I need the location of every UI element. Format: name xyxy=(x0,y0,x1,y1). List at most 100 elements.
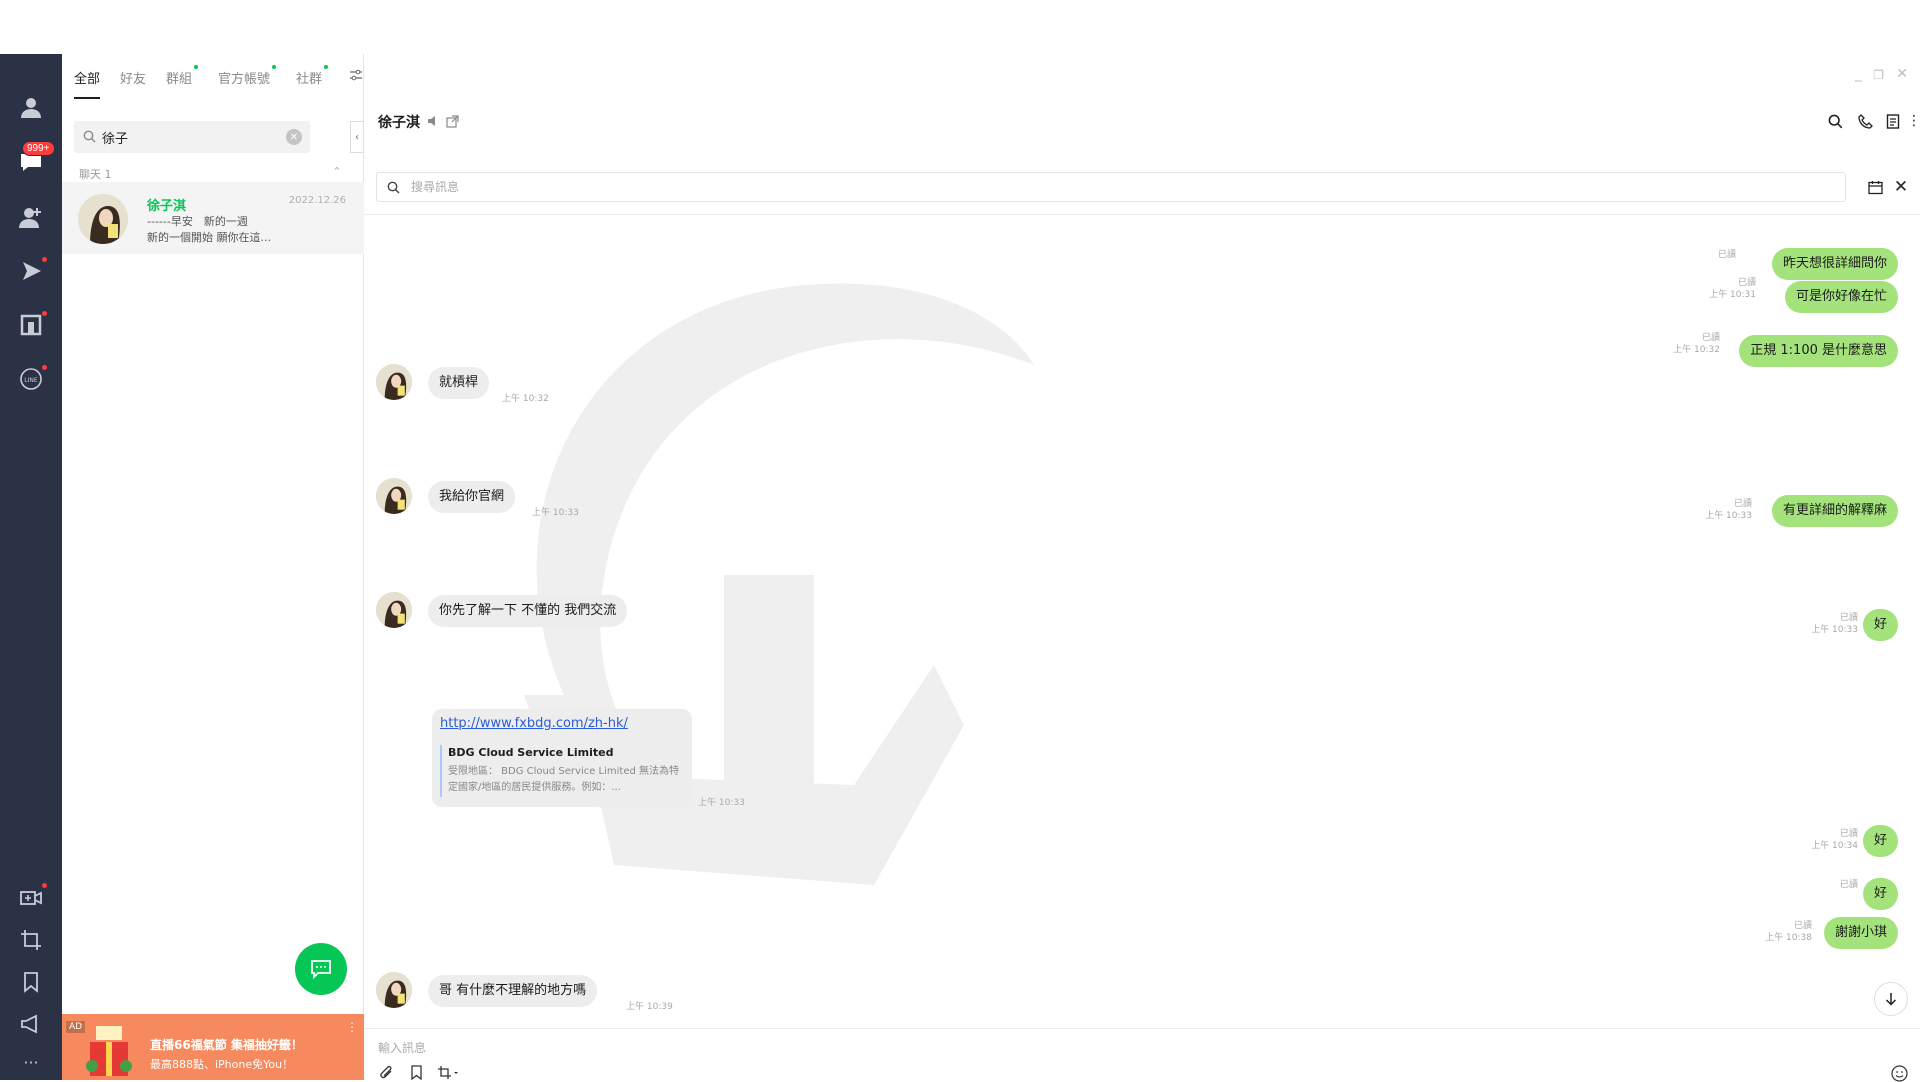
tab-official-accounts[interactable]: 官方帳號 xyxy=(218,65,277,87)
message-bubble-outgoing[interactable]: 可是你好像在忙 xyxy=(1784,281,1898,313)
ad-banner[interactable]: AD 直播66福氣節 集福抽好籤！ 最高888點、iPhone免You！ ⋮ xyxy=(62,1014,364,1080)
message-bubble-incoming[interactable]: 哥 有什麼不理解的地方嗎 xyxy=(428,975,598,1007)
close-search-button[interactable]: ✕ xyxy=(1892,177,1910,197)
message-input[interactable] xyxy=(378,1039,978,1057)
video-plus-icon xyxy=(20,891,42,905)
window-close-button[interactable]: ✕ xyxy=(1896,66,1908,82)
message-search-input[interactable] xyxy=(411,179,811,195)
ad-title: 直播66福氣節 集福抽好籤！ xyxy=(150,1038,303,1052)
arrow-down-icon xyxy=(1885,993,1897,1006)
read-receipt: 已讀 xyxy=(1839,880,1858,890)
message-bubble-incoming[interactable]: 你先了解一下 不懂的 我們交流 xyxy=(428,595,628,627)
chat-search-input[interactable] xyxy=(102,128,282,146)
message-meta: 已讀 上午 10:33 xyxy=(1811,613,1858,635)
message-bubble-outgoing[interactable]: 好 xyxy=(1862,878,1898,910)
date-search-button[interactable] xyxy=(1866,178,1884,196)
video-call-nav-button[interactable] xyxy=(0,878,62,918)
chevron-up-icon: ⌃ xyxy=(332,164,342,178)
message-bubble-incoming[interactable]: 我給你官網 xyxy=(428,481,516,513)
add-friend-nav-button[interactable] xyxy=(0,197,62,237)
sender-avatar[interactable] xyxy=(376,972,412,1008)
chevron-left-icon: ‹ xyxy=(355,131,359,143)
keep-nav-button[interactable] xyxy=(0,962,62,1002)
more-dots-icon: ··· xyxy=(23,1052,39,1072)
announcements-nav-button[interactable] xyxy=(0,1004,62,1044)
maximize-button[interactable]: ❐ xyxy=(1873,68,1884,82)
message-list[interactable]: 已讀 昨天想很詳細問你 已讀 上午 10:31 可是你好像在忙 已讀 上午 10:3… xyxy=(364,215,1920,1028)
filter-settings-button[interactable] xyxy=(348,67,364,83)
message-meta: 已讀 上午 10:34 xyxy=(1811,829,1858,851)
chats-nav-button[interactable]: 999+ xyxy=(0,141,62,182)
tab-groups[interactable]: 群組 xyxy=(166,65,199,87)
sender-avatar[interactable] xyxy=(376,592,412,628)
chat-contact-name: 徐子淇 xyxy=(147,199,187,214)
chat-room: _ ❐ ✕ 徐子淇 ⋮ 搜尋訊息 ✕ 已讀 昨天想很詳細問你 已讀 上午 10:… xyxy=(364,54,1920,1082)
friend-search-box: ✕ xyxy=(74,121,310,153)
search-icon xyxy=(83,130,96,143)
link-title: BDG Cloud Service Limited xyxy=(448,746,614,759)
message-search-bar xyxy=(376,172,1846,202)
speaker-icon xyxy=(428,116,435,126)
message-bubble-incoming[interactable]: 就槓桿 xyxy=(428,367,490,399)
message-time: 上午 10:33 xyxy=(532,508,579,518)
crop-icon xyxy=(438,1065,458,1079)
restore-icon: ❐ xyxy=(1873,68,1884,82)
message-bubble-outgoing[interactable]: 正規 1:100 是什麼意思 xyxy=(1739,335,1898,367)
notes-button[interactable] xyxy=(1884,112,1902,130)
voom-nav-button[interactable] xyxy=(0,251,62,291)
message-bubble-outgoing[interactable]: 好 xyxy=(1862,609,1898,641)
read-receipt: 已讀 xyxy=(1717,250,1736,260)
more-vertical-icon: ⋮ xyxy=(346,1020,358,1034)
contact-photo-icon xyxy=(376,478,412,514)
emoji-button[interactable] xyxy=(1890,1064,1908,1082)
external-link-icon xyxy=(445,114,459,128)
shopping-nav-button[interactable] xyxy=(0,305,62,345)
scroll-to-bottom-button[interactable] xyxy=(1874,982,1908,1016)
close-icon: ✕ xyxy=(289,131,299,143)
mute-button[interactable] xyxy=(426,113,440,129)
sliders-icon xyxy=(350,69,362,81)
attach-file-button[interactable] xyxy=(378,1064,394,1080)
search-chat-button[interactable] xyxy=(1826,112,1844,130)
chat-menu-button[interactable]: ⋮ xyxy=(1907,112,1920,130)
external-window-button[interactable] xyxy=(444,113,460,129)
message-bubble-outgoing[interactable]: 昨天想很詳細問你 xyxy=(1771,248,1898,280)
new-chat-button[interactable] xyxy=(295,943,347,995)
message-time: 上午 10:39 xyxy=(626,1002,673,1012)
link-url[interactable]: http://www.fxbdg.com/zh-hk/ xyxy=(440,716,628,731)
clear-search-button[interactable]: ✕ xyxy=(286,129,302,145)
sender-avatar[interactable] xyxy=(376,364,412,400)
message-composer xyxy=(364,1028,1920,1082)
collapse-section-button[interactable]: ⌃ xyxy=(330,164,344,178)
new-dot xyxy=(324,65,329,69)
ad-menu-button[interactable]: ⋮ xyxy=(346,1020,358,1034)
line-services-nav-button[interactable]: LINE xyxy=(0,359,62,399)
minimize-button[interactable]: _ xyxy=(1855,66,1862,82)
chat-last-date: 2022.12.26 xyxy=(288,195,346,206)
more-nav-button[interactable]: ··· xyxy=(0,1042,62,1082)
paperclip-icon xyxy=(379,1065,391,1078)
message-bubble-outgoing[interactable]: 謝謝小琪 xyxy=(1823,917,1898,949)
tab-friends[interactable]: 好友 xyxy=(120,68,146,87)
collapse-panel-button[interactable]: ‹ xyxy=(350,121,364,153)
call-button[interactable] xyxy=(1856,112,1874,130)
minimize-icon: _ xyxy=(1855,66,1862,82)
search-icon xyxy=(1828,114,1842,128)
sender-avatar[interactable] xyxy=(376,478,412,514)
play-icon xyxy=(23,262,41,280)
keep-button[interactable] xyxy=(408,1064,424,1080)
message-meta: 已讀 上午 10:38 xyxy=(1765,921,1812,943)
chat-section-label: 聊天 1 xyxy=(79,168,112,181)
friends-nav-button[interactable] xyxy=(0,87,62,127)
link-preview-card[interactable]: http://www.fxbdg.com/zh-hk/ BDG Cloud Se… xyxy=(432,709,692,807)
notification-dot xyxy=(42,257,47,262)
tab-all[interactable]: 全部 xyxy=(74,68,100,87)
contact-photo-icon xyxy=(376,592,412,628)
smiley-icon xyxy=(1890,1064,1908,1082)
message-bubble-outgoing[interactable]: 有更詳細的解釋麻 xyxy=(1771,495,1898,527)
screenshot-button[interactable] xyxy=(436,1064,460,1080)
screenshot-nav-button[interactable] xyxy=(0,920,62,960)
chat-list-item[interactable]: 徐子淇 2022.12.26 ------早安 新的一週 新的一個開始 願你在這.… xyxy=(62,182,364,254)
tab-communities[interactable]: 社群 xyxy=(296,65,329,87)
message-bubble-outgoing[interactable]: 好 xyxy=(1862,825,1898,857)
